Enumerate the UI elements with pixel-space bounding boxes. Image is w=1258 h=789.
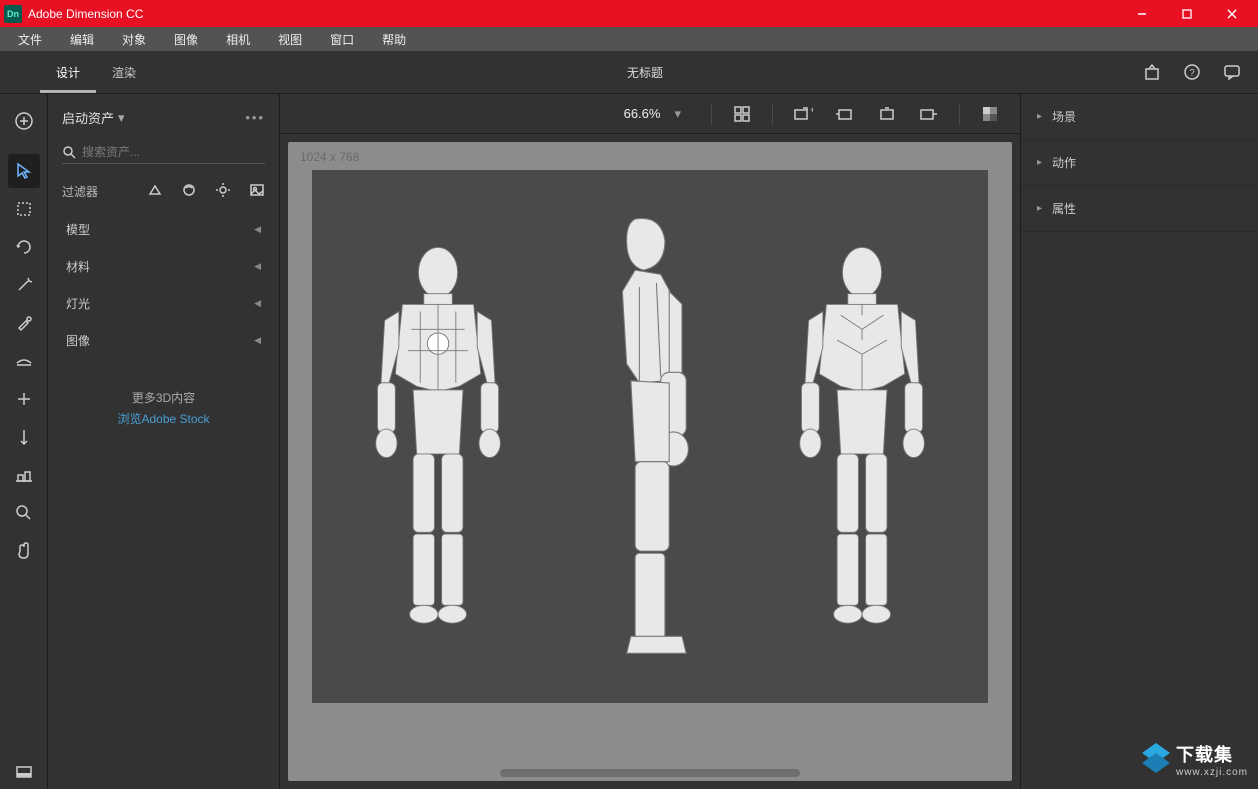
orbit-tool[interactable] bbox=[8, 230, 40, 264]
select-tool[interactable] bbox=[8, 154, 40, 188]
app-logo-icon: Dn bbox=[4, 5, 22, 23]
grid-icon[interactable] bbox=[724, 100, 760, 128]
triangle-left-icon: ◀ bbox=[254, 298, 261, 309]
minimize-button[interactable] bbox=[1119, 0, 1164, 27]
document-title: 无标题 bbox=[152, 64, 1138, 81]
horizon-tool[interactable] bbox=[8, 344, 40, 378]
promo-link[interactable]: 浏览Adobe Stock bbox=[48, 410, 279, 427]
align-tool[interactable] bbox=[8, 458, 40, 492]
watermark-url: www.xzji.com bbox=[1176, 767, 1248, 778]
chevron-right-icon: ▸ bbox=[1037, 157, 1042, 168]
main-area: 启动资产 ▾ ••• 过滤器 模型◀ 材料◀ 灯光◀ 图像◀ 更多3D内容 浏览… bbox=[0, 94, 1258, 789]
more-options-icon[interactable]: ••• bbox=[245, 110, 265, 125]
menu-camera[interactable]: 相机 bbox=[212, 28, 264, 51]
menu-bar: 文件 编辑 对象 图像 相机 视图 窗口 帮助 bbox=[0, 27, 1258, 51]
menu-view[interactable]: 视图 bbox=[264, 28, 316, 51]
chevron-down-icon[interactable]: ▾ bbox=[118, 110, 125, 126]
model-side-view bbox=[561, 202, 739, 670]
model-back-view bbox=[773, 202, 951, 670]
promo-block: 更多3D内容 浏览Adobe Stock bbox=[48, 389, 279, 427]
move-h-tool[interactable] bbox=[8, 382, 40, 416]
render-preview-icon[interactable] bbox=[972, 100, 1008, 128]
menu-window[interactable]: 窗口 bbox=[316, 28, 368, 51]
camera-home-icon[interactable] bbox=[869, 100, 905, 128]
tab-design[interactable]: 设计 bbox=[40, 51, 96, 93]
menu-file[interactable]: 文件 bbox=[4, 28, 56, 51]
filter-shape-icon[interactable] bbox=[147, 182, 163, 201]
category-models[interactable]: 模型◀ bbox=[48, 211, 279, 248]
right-panel: ▸场景 ▸动作 ▸属性 bbox=[1020, 94, 1258, 789]
section-actions[interactable]: ▸动作 bbox=[1021, 140, 1258, 186]
left-toolbar bbox=[0, 94, 48, 789]
triangle-left-icon: ◀ bbox=[254, 224, 261, 235]
search-field[interactable] bbox=[62, 141, 265, 164]
horizontal-scrollbar[interactable] bbox=[500, 769, 800, 777]
sampler-tool[interactable] bbox=[8, 306, 40, 340]
menu-image[interactable]: 图像 bbox=[160, 28, 212, 51]
category-images[interactable]: 图像◀ bbox=[48, 322, 279, 359]
promo-text: 更多3D内容 bbox=[48, 389, 279, 406]
zoom-dropdown[interactable]: 66.6%▾ bbox=[624, 106, 681, 122]
mode-bar: 设计 渲染 无标题 ? bbox=[0, 51, 1258, 94]
svg-text:?: ? bbox=[1189, 68, 1195, 79]
move-v-tool[interactable] bbox=[8, 420, 40, 454]
menu-object[interactable]: 对象 bbox=[108, 28, 160, 51]
filter-material-icon[interactable] bbox=[181, 182, 197, 201]
add-tool[interactable] bbox=[8, 104, 40, 138]
canvas-area: 66.6%▾ + 1024 x 768 bbox=[280, 94, 1020, 789]
triangle-left-icon: ◀ bbox=[254, 335, 261, 346]
category-materials[interactable]: 材料◀ bbox=[48, 248, 279, 285]
camera-prev-icon[interactable] bbox=[827, 100, 863, 128]
share-icon[interactable] bbox=[1138, 58, 1166, 86]
hand-tool[interactable] bbox=[8, 534, 40, 568]
svg-text:+: + bbox=[810, 105, 813, 115]
section-scene[interactable]: ▸场景 bbox=[1021, 94, 1258, 140]
chevron-right-icon: ▸ bbox=[1037, 111, 1042, 122]
category-lights[interactable]: 灯光◀ bbox=[48, 285, 279, 322]
camera-bookmark-icon[interactable]: + bbox=[785, 100, 821, 128]
search-icon bbox=[62, 145, 76, 159]
close-button[interactable] bbox=[1209, 0, 1254, 27]
model-front-view bbox=[349, 202, 527, 670]
canvas-toolbar: 66.6%▾ + bbox=[280, 94, 1020, 134]
zoom-tool[interactable] bbox=[8, 496, 40, 530]
maximize-button[interactable] bbox=[1164, 0, 1209, 27]
chevron-right-icon: ▸ bbox=[1037, 203, 1042, 214]
search-input[interactable] bbox=[82, 145, 265, 159]
viewport[interactable]: 1024 x 768 bbox=[288, 142, 1012, 781]
assets-panel: 启动资产 ▾ ••• 过滤器 模型◀ 材料◀ 灯光◀ 图像◀ 更多3D内容 浏览… bbox=[48, 94, 280, 789]
wand-tool[interactable] bbox=[8, 268, 40, 302]
menu-edit[interactable]: 编辑 bbox=[56, 28, 108, 51]
help-icon[interactable]: ? bbox=[1178, 58, 1206, 86]
camera-next-icon[interactable] bbox=[911, 100, 947, 128]
feedback-icon[interactable] bbox=[1218, 58, 1246, 86]
title-bar: Dn Adobe Dimension CC bbox=[0, 0, 1258, 27]
filters-label: 过滤器 bbox=[62, 183, 98, 200]
render-area bbox=[312, 170, 988, 703]
marquee-tool[interactable] bbox=[8, 192, 40, 226]
watermark-name: 下载集 bbox=[1176, 741, 1248, 767]
app-title: Adobe Dimension CC bbox=[28, 7, 1119, 21]
section-properties[interactable]: ▸属性 bbox=[1021, 186, 1258, 232]
menu-help[interactable]: 帮助 bbox=[368, 28, 420, 51]
filter-row: 过滤器 bbox=[48, 172, 279, 211]
triangle-left-icon: ◀ bbox=[254, 261, 261, 272]
watermark-logo-icon bbox=[1136, 739, 1176, 779]
dock-tool[interactable] bbox=[8, 755, 40, 789]
filter-image-icon[interactable] bbox=[249, 182, 265, 201]
filter-light-icon[interactable] bbox=[215, 182, 231, 201]
watermark: 下载集 www.xzji.com bbox=[1136, 739, 1248, 779]
tab-render[interactable]: 渲染 bbox=[96, 51, 152, 93]
render-dimensions: 1024 x 768 bbox=[300, 150, 359, 164]
assets-title[interactable]: 启动资产 bbox=[62, 108, 114, 127]
